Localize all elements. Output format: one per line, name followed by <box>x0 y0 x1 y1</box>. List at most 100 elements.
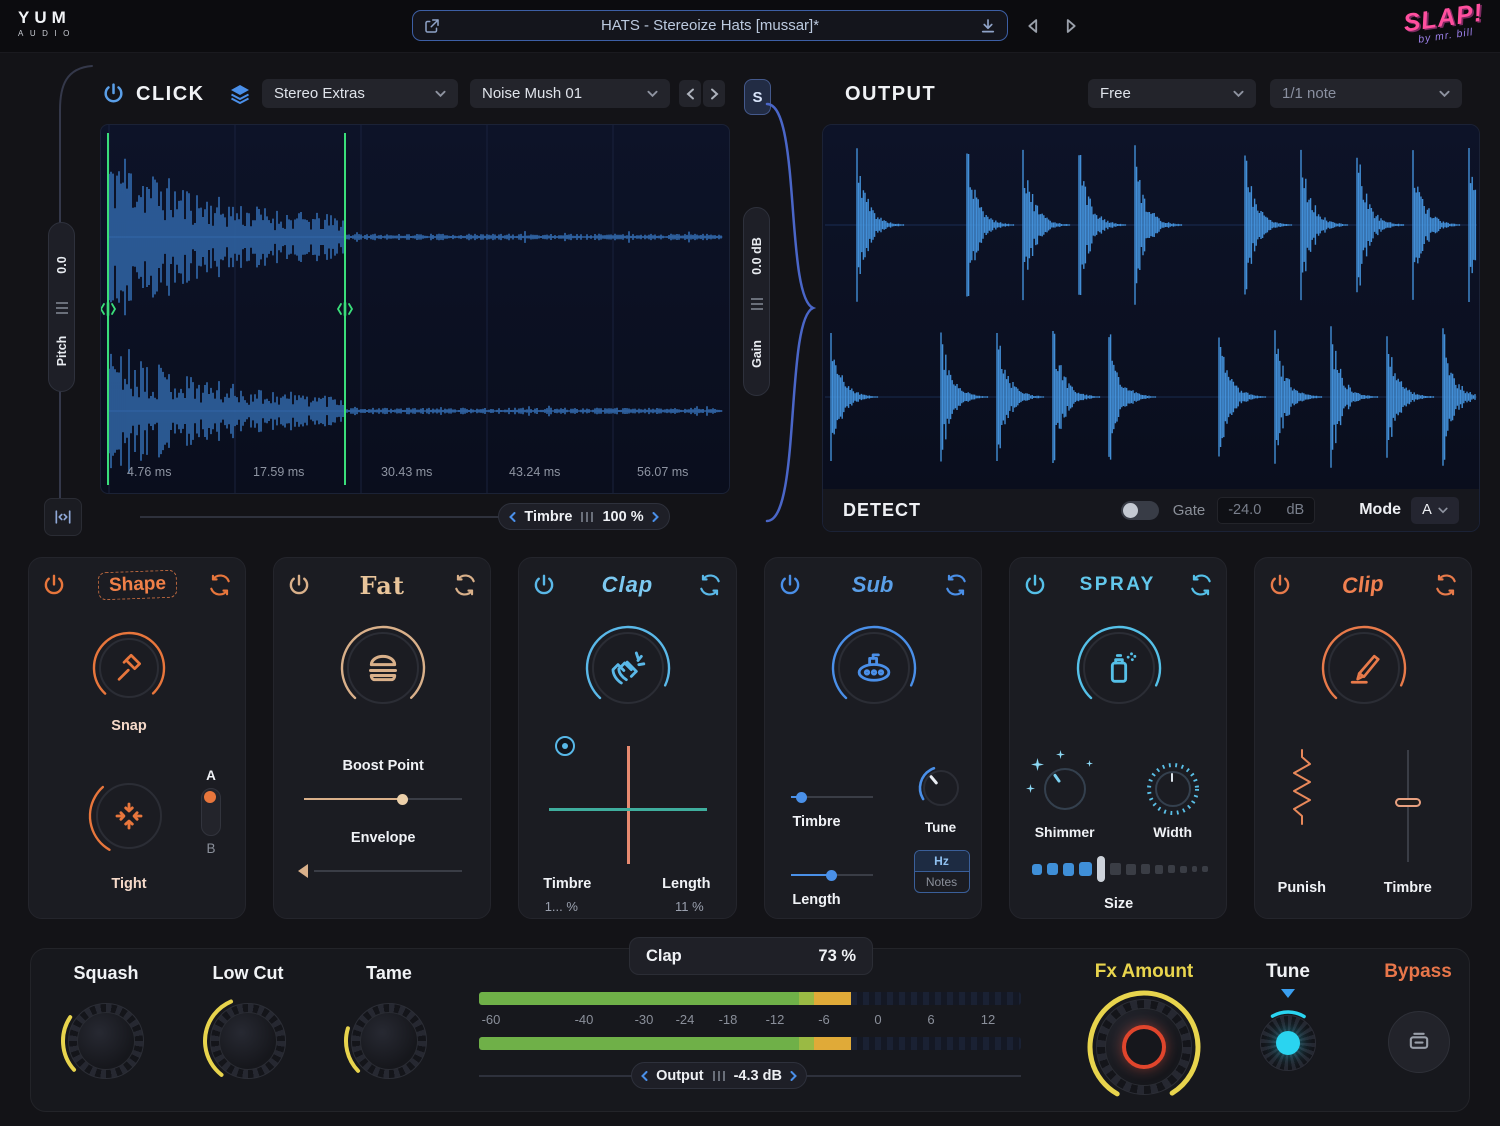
fat-power-button[interactable] <box>286 572 312 598</box>
click-preset-prev-button[interactable] <box>679 80 701 107</box>
pitch-value: 0.0 <box>55 256 69 273</box>
spray-ab-swap-icon[interactable] <box>1188 572 1214 598</box>
clip-timbre-slider[interactable] <box>1407 750 1409 862</box>
punish-slider[interactable] <box>1291 748 1313 866</box>
sub-tune-knob[interactable] <box>917 764 965 812</box>
click-timbre-slider[interactable]: Timbre 100 % <box>498 503 670 530</box>
nudge-right-icon[interactable] <box>790 1071 797 1081</box>
click-waveform-display[interactable]: 4.76 ms 17.59 ms 30.43 ms 43.24 ms 56.07… <box>100 124 730 494</box>
nudge-right-icon[interactable] <box>652 512 659 522</box>
timbre-value: 100 % <box>602 509 643 525</box>
sub-length-slider[interactable] <box>791 874 873 876</box>
sparkle-icon <box>1056 750 1065 759</box>
pitch-grip <box>56 307 68 309</box>
shape-ab-toggle[interactable]: A B <box>193 768 229 856</box>
squash-knob[interactable] <box>60 995 152 1087</box>
nudge-left-icon[interactable] <box>641 1071 648 1081</box>
fat-module: Fat Boost Point Envelope <box>273 557 491 919</box>
fat-ab-swap-icon[interactable] <box>452 572 478 598</box>
clip-timbre-handle[interactable] <box>1395 798 1421 807</box>
ab-toggle-knob[interactable] <box>204 791 216 803</box>
sample-start-marker[interactable] <box>107 133 109 485</box>
clap-power-button[interactable] <box>531 572 557 598</box>
envelope-slider[interactable] <box>314 870 462 872</box>
output-gain-value: -4.3 dB <box>734 1068 782 1084</box>
click-preset-dropdown[interactable]: Noise Mush 01 <box>470 79 670 108</box>
sub-length-handle[interactable] <box>826 870 837 881</box>
ab-toggle-pill[interactable] <box>201 788 221 836</box>
output-sync-dropdown[interactable]: Free <box>1088 79 1256 108</box>
preset-name[interactable]: HATS - Stereoize Hats [mussar]* <box>441 17 979 34</box>
sub-power-button[interactable] <box>777 572 803 598</box>
tight-label: Tight <box>111 876 146 892</box>
fx-amount-label: Fx Amount <box>1095 961 1194 983</box>
nudge-left-icon[interactable] <box>509 512 516 522</box>
tight-knob[interactable] <box>87 774 171 858</box>
tame-knob[interactable] <box>343 995 435 1087</box>
save-preset-icon[interactable] <box>979 17 997 35</box>
clap-title: Clap <box>602 572 654 598</box>
waveform-zoom-fit-button[interactable] <box>44 498 82 536</box>
fx-amount-knob[interactable] <box>1086 989 1202 1105</box>
clap-xy-handle[interactable] <box>555 736 575 756</box>
sub-amount-knob[interactable] <box>830 624 918 712</box>
gain-brace-connector <box>765 100 817 525</box>
sub-timbre-handle[interactable] <box>796 792 807 803</box>
clip-amount-knob[interactable] <box>1320 624 1408 712</box>
gate-toggle-knob[interactable] <box>1123 503 1138 518</box>
boost-point-slider[interactable] <box>304 798 462 800</box>
clap-amount-knob[interactable] <box>584 624 672 712</box>
envelope-handle[interactable] <box>298 864 308 878</box>
sparkle-icon <box>1026 784 1035 793</box>
snap-knob[interactable] <box>91 630 167 706</box>
click-category-dropdown[interactable]: Stereo Extras <box>262 79 458 108</box>
previous-preset-icon[interactable] <box>1022 14 1044 38</box>
pitch-slider[interactable]: 0.0 Pitch <box>48 222 75 392</box>
click-power-icon[interactable] <box>101 81 126 106</box>
output-gain-slider[interactable]: Output -4.3 dB <box>631 1062 807 1089</box>
ab-b-label: B <box>193 841 229 856</box>
gate-toggle[interactable] <box>1121 501 1159 520</box>
output-note-dropdown[interactable]: 1/1 note <box>1270 79 1462 108</box>
sub-timbre-slider[interactable] <box>791 796 873 798</box>
spray-amount-knob[interactable] <box>1075 624 1163 712</box>
meter-left-fill <box>479 992 851 1005</box>
layers-icon[interactable] <box>228 82 252 106</box>
shape-ab-swap-icon[interactable] <box>207 572 233 598</box>
clip-power-button[interactable] <box>1267 572 1293 598</box>
gate-threshold-field[interactable]: -24.0 dB <box>1217 497 1315 524</box>
size-slider[interactable] <box>1032 854 1208 884</box>
detect-bar: DETECT Gate -24.0 dB Mode A <box>823 489 1479 531</box>
shape-power-button[interactable] <box>41 572 67 598</box>
marker-handle-icon[interactable] <box>336 301 354 317</box>
bypass-label: Bypass <box>1384 961 1452 983</box>
click-gain-slider[interactable]: 0.0 dB Gain <box>743 207 770 396</box>
size-handle[interactable] <box>1097 856 1105 882</box>
spray-power-button[interactable] <box>1022 572 1048 598</box>
clip-ab-swap-icon[interactable] <box>1433 572 1459 598</box>
preset-bar[interactable]: HATS - Stereoize Hats [mussar]* <box>412 10 1008 41</box>
sub-hz-notes-toggle[interactable]: Hz Notes <box>914 850 970 893</box>
lowcut-knob[interactable] <box>202 995 294 1087</box>
sub-ab-swap-icon[interactable] <box>943 572 969 598</box>
boost-point-label: Boost Point <box>342 758 423 774</box>
hz-option[interactable]: Hz <box>915 851 969 872</box>
clap-ab-swap-icon[interactable] <box>697 572 723 598</box>
boost-point-handle[interactable] <box>397 794 408 805</box>
logo-text-top: YUM <box>18 9 76 26</box>
fat-amount-knob[interactable] <box>339 624 427 712</box>
fat-title: Fat <box>360 571 405 600</box>
chevron-down-icon <box>435 90 446 98</box>
width-knob[interactable] <box>1146 762 1200 816</box>
shimmer-knob[interactable] <box>1038 762 1092 816</box>
meter-right-fill <box>479 1037 851 1050</box>
bypass-button[interactable] <box>1388 1011 1450 1073</box>
notes-option[interactable]: Notes <box>915 872 969 892</box>
click-preset-next-button[interactable] <box>703 80 725 107</box>
export-icon[interactable] <box>423 17 441 35</box>
master-tune-knob[interactable] <box>1254 1009 1322 1077</box>
sample-end-marker[interactable] <box>344 133 346 485</box>
mode-dropdown[interactable]: A <box>1411 497 1459 524</box>
marker-handle-icon[interactable] <box>100 301 117 317</box>
next-preset-icon[interactable] <box>1060 14 1082 38</box>
